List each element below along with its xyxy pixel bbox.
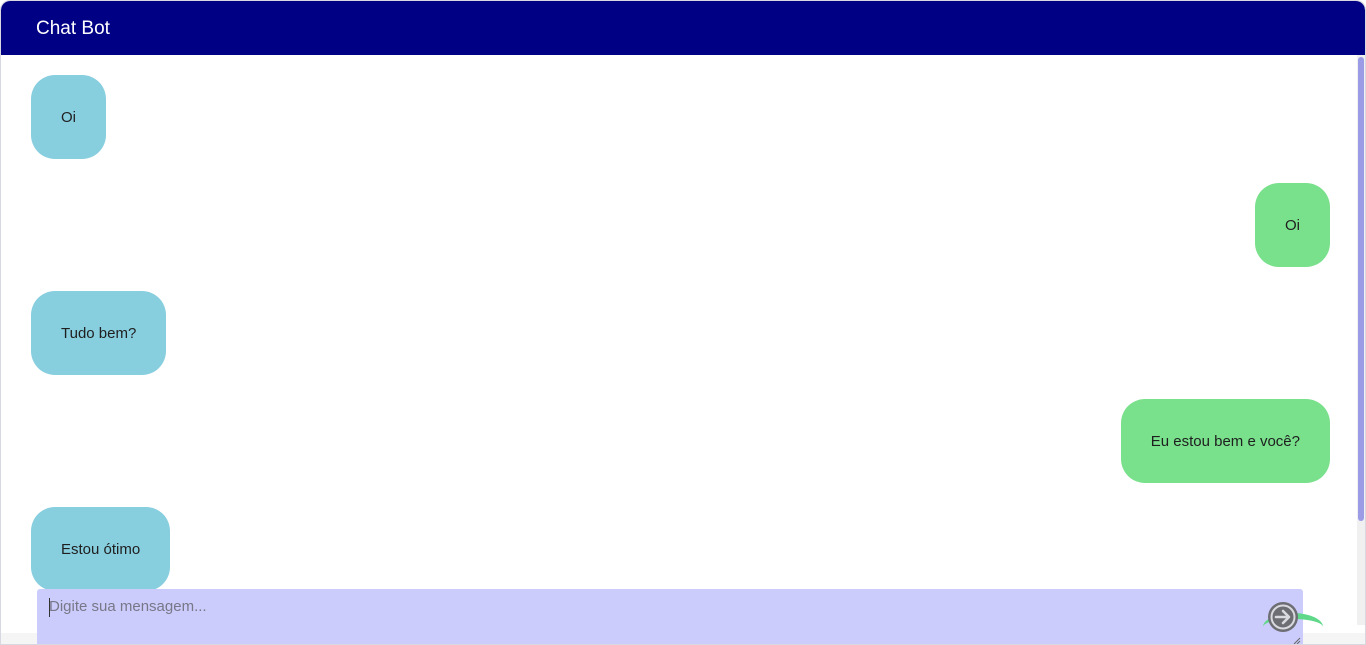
message-composer <box>37 589 1303 644</box>
chat-app: Chat Bot Oi Oi Tudo bem? Eu estou bem e … <box>0 0 1366 645</box>
bot-message: Oi <box>31 75 106 159</box>
user-message: Oi <box>1255 183 1330 267</box>
scrollbar-thumb[interactable] <box>1358 57 1364 521</box>
chat-title: Chat Bot <box>36 18 110 39</box>
arrow-right-circle-icon <box>1268 602 1298 632</box>
message-text: Eu estou bem e você? <box>1150 432 1300 450</box>
message-text: Oi <box>61 108 76 126</box>
message-list[interactable]: Oi Oi Tudo bem? Eu estou bem e você? Est… <box>1 55 1359 644</box>
send-button[interactable] <box>1267 601 1299 633</box>
message-text: Oi <box>1285 216 1300 234</box>
user-message: Eu estou bem e você? <box>1120 399 1330 483</box>
bot-message: Tudo bem? <box>31 291 167 375</box>
bot-message: Estou ótimo <box>31 507 171 591</box>
message-text: Tudo bem? <box>61 324 137 342</box>
text-caret <box>49 598 50 617</box>
chat-header: Chat Bot <box>1 1 1365 55</box>
message-scrollbar[interactable] <box>1357 55 1365 625</box>
message-input[interactable] <box>37 589 1303 644</box>
message-text: Estou ótimo <box>61 540 141 558</box>
